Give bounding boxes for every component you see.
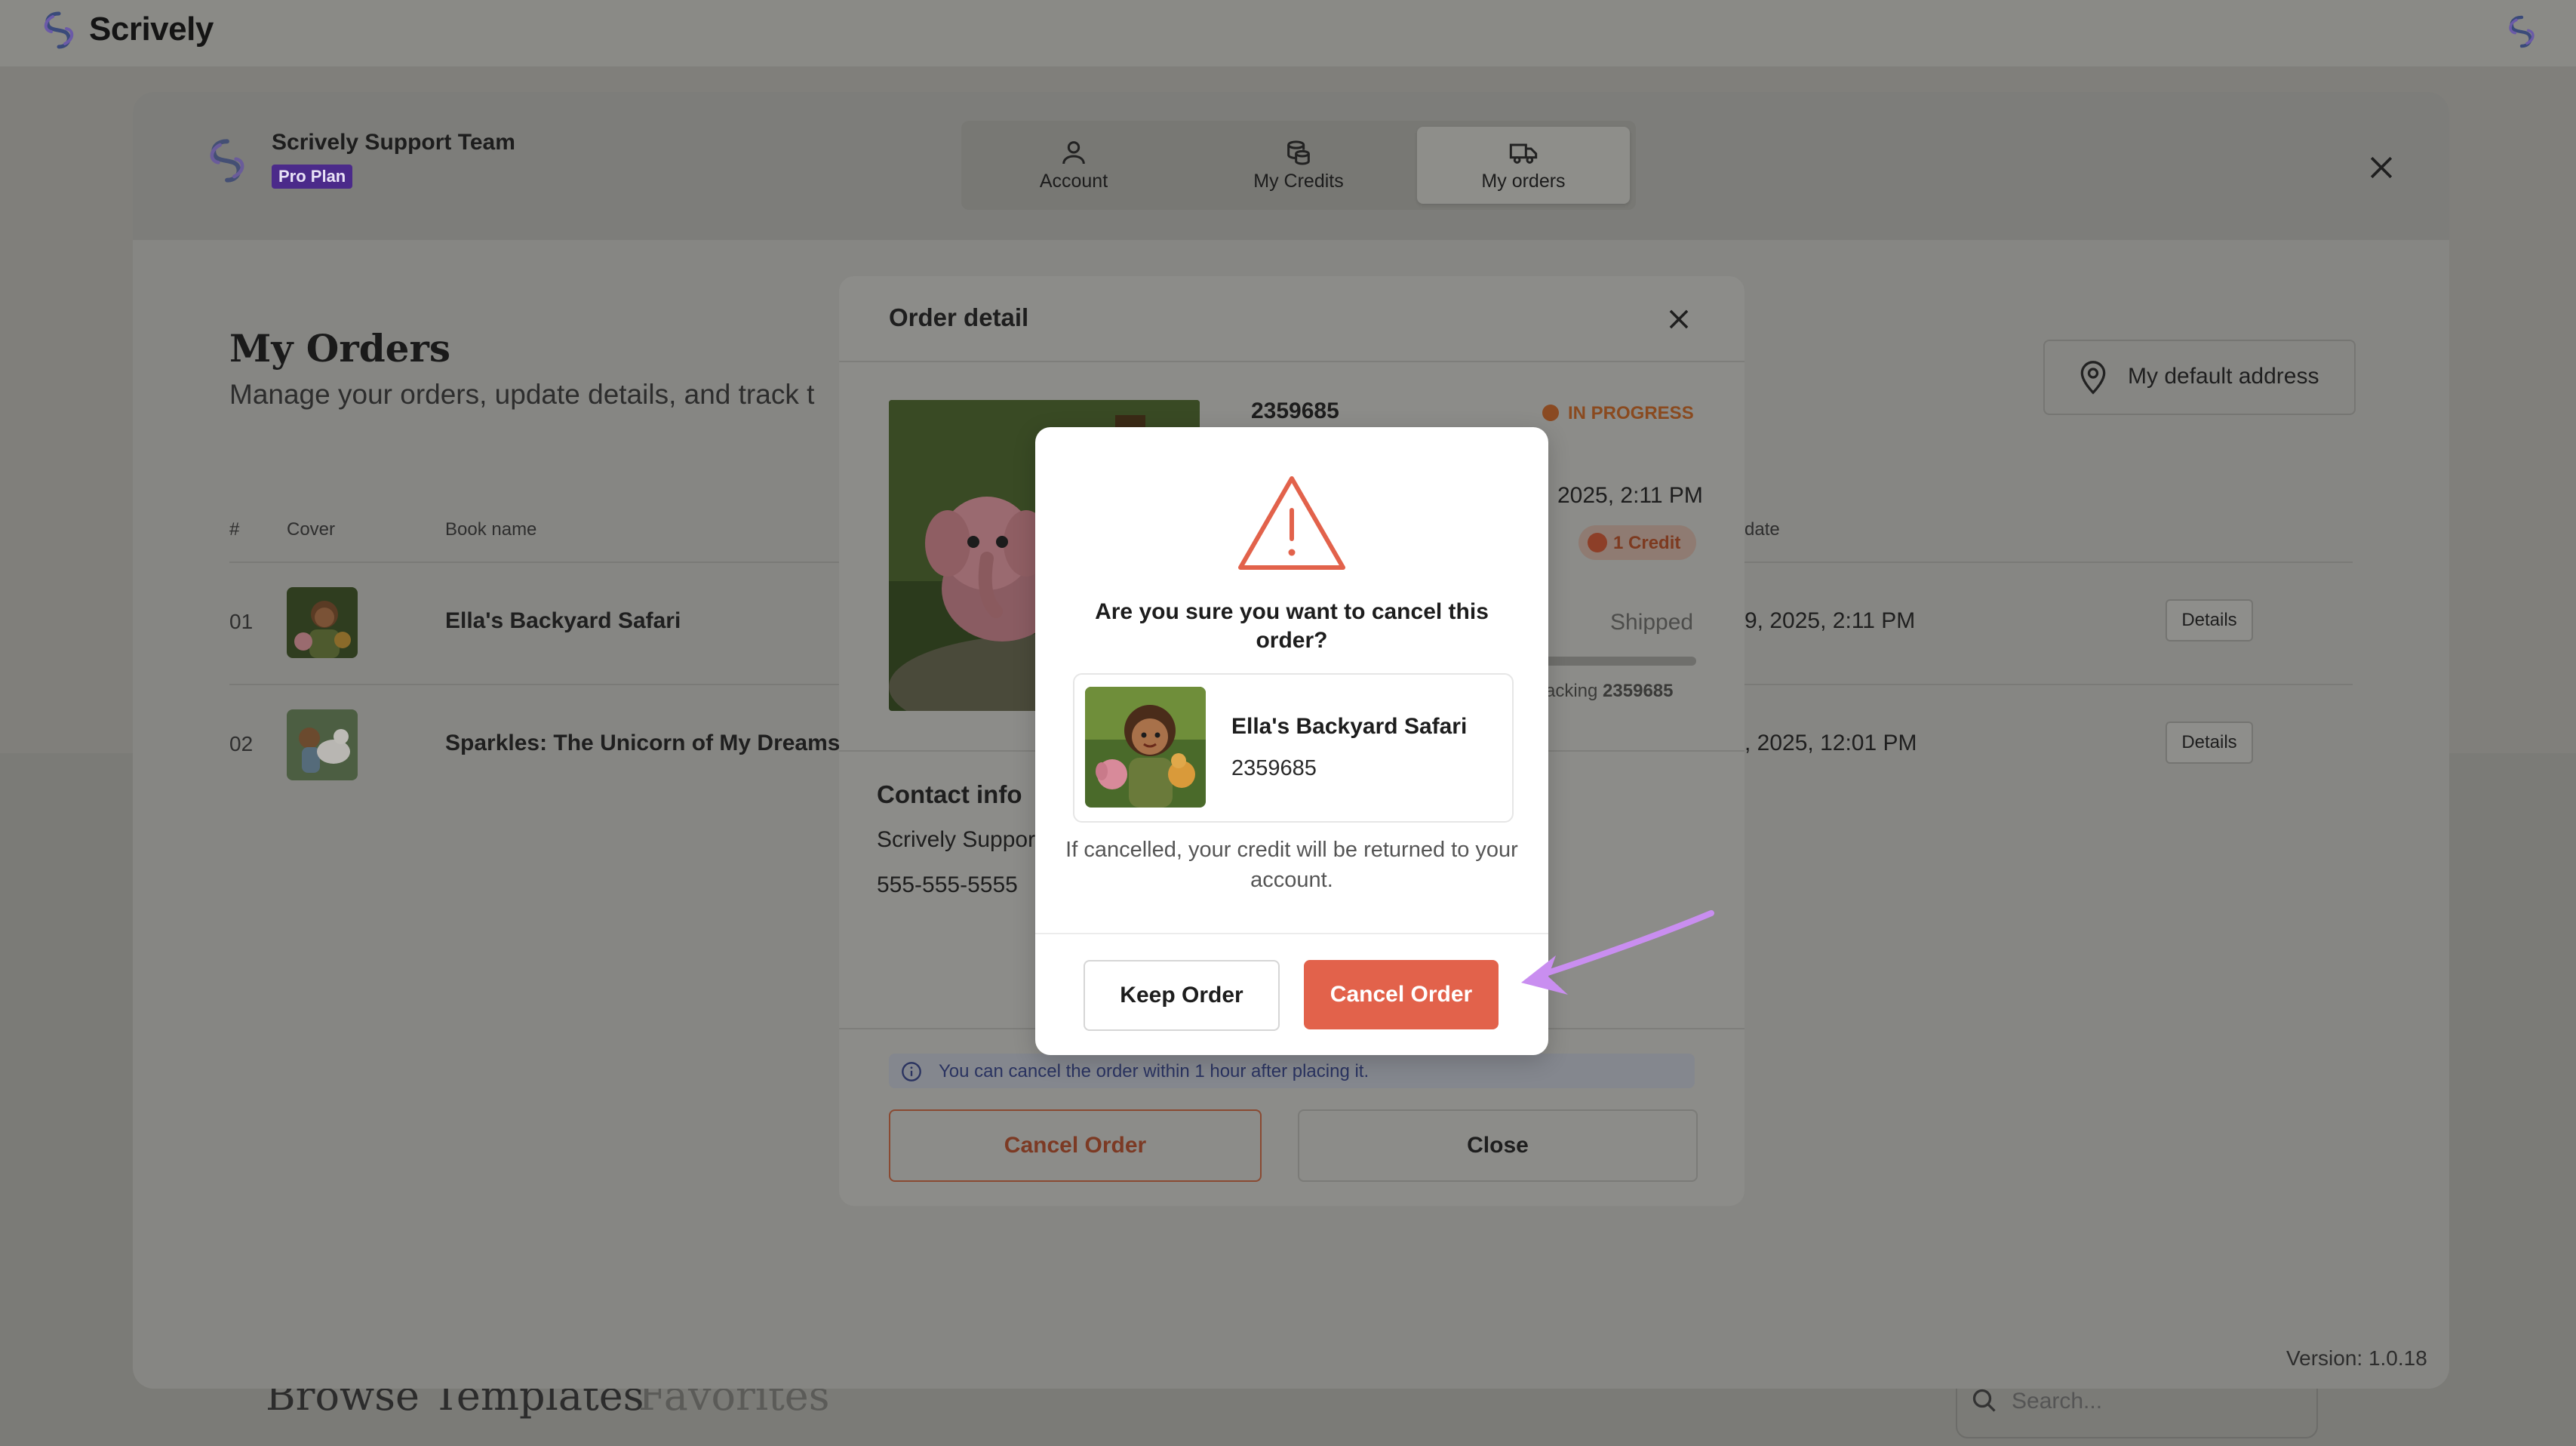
order-date: 9, 2025, 2:11 PM — [1744, 608, 1916, 633]
tab-label: My orders — [1481, 171, 1566, 192]
refund-note: If cancelled, your credit will be return… — [1065, 838, 1518, 892]
plan-badge: Pro Plan — [272, 165, 353, 189]
credit-icon — [1588, 533, 1607, 552]
credit-label: 1 Credit — [1613, 533, 1681, 553]
shipping-status: Shipped — [1610, 610, 1694, 635]
info-icon — [902, 1062, 921, 1081]
tab-label: Account — [1039, 171, 1108, 192]
order-summary-card: Ella's Backyard Safari 2359685 — [1073, 673, 1514, 823]
tab-label: My Credits — [1253, 171, 1344, 192]
status-dot — [1542, 405, 1559, 421]
version-label: Version: 1.0.18 — [2286, 1346, 2427, 1370]
default-address-button[interactable]: My default address — [2043, 340, 2356, 415]
tab-my-orders[interactable]: My orders — [1417, 127, 1630, 204]
close-icon[interactable] — [1665, 305, 1693, 334]
row-number: 01 — [229, 610, 254, 633]
order-id: 2359685 — [1251, 398, 1339, 423]
truck-icon — [1509, 143, 1538, 164]
column-header-number: # — [229, 519, 240, 540]
tracking-info: racking 2359685 — [1539, 681, 1673, 702]
book-name: Ella's Backyard Safari — [1231, 714, 1468, 739]
page-title: My Orders — [229, 326, 450, 371]
row-number: 02 — [229, 732, 254, 755]
warning-icon — [1238, 476, 1345, 570]
cancel-order-button[interactable]: Cancel Order — [889, 1109, 1262, 1182]
contact-info-title: Contact info — [877, 780, 1022, 808]
order-date: 2025, 2:11 PM — [1557, 483, 1703, 508]
credit-badge: 1 Credit — [1578, 525, 1696, 560]
column-header-date: date — [1744, 519, 1780, 540]
close-icon[interactable] — [2365, 151, 2398, 184]
panel-tabs: Account My Credits My orders — [961, 121, 1636, 210]
column-header-cover: Cover — [287, 519, 336, 540]
cancel-policy-text: You can cancel the order within 1 hour a… — [939, 1061, 1369, 1081]
address-button-label: My default address — [2128, 364, 2319, 389]
book-name[interactable]: Sparkles: The Unicorn of My Dreams — [445, 731, 840, 756]
cancel-policy-notice: You can cancel the order within 1 hour a… — [889, 1054, 1695, 1088]
book-cover-image — [287, 709, 358, 780]
coins-icon — [1287, 140, 1310, 165]
order-detail-title: Order detail — [889, 303, 1029, 331]
column-header-book-name: Book name — [445, 519, 537, 540]
confirm-cancel-order-button[interactable]: Cancel Order — [1304, 960, 1499, 1029]
confirm-question: Are you sure you want to cancel this ord… — [1095, 599, 1489, 653]
map-pin-icon — [2080, 361, 2106, 395]
order-id: 2359685 — [1231, 756, 1317, 780]
tab-my-credits[interactable]: My Credits — [1192, 127, 1405, 204]
tracking-id: 2359685 — [1603, 681, 1674, 701]
book-cover-image — [1085, 687, 1206, 808]
details-button[interactable]: Details — [2166, 599, 2253, 641]
cancel-confirm-dialog: Are you sure you want to cancel this ord… — [1035, 427, 1548, 1055]
keep-order-button[interactable]: Keep Order — [1084, 960, 1280, 1031]
team-name: Scrively Support Team — [272, 130, 515, 155]
order-date: , 2025, 12:01 PM — [1744, 731, 1917, 755]
details-button[interactable]: Details — [2166, 721, 2253, 764]
tab-account[interactable]: Account — [967, 127, 1180, 204]
user-menu-icon[interactable] — [2502, 12, 2541, 51]
book-cover-image — [287, 587, 358, 658]
contact-name: Scrively Suppor — [877, 827, 1036, 852]
search-placeholder: Search... — [2012, 1389, 2103, 1414]
team-avatar-icon — [210, 139, 244, 183]
close-button[interactable]: Close — [1298, 1109, 1698, 1182]
scrively-logo-icon[interactable] — [36, 8, 81, 53]
app-name: Scrively — [89, 11, 214, 48]
dialog-divider — [1035, 933, 1548, 934]
annotation-arrow-icon — [1521, 910, 1714, 995]
user-icon — [1062, 141, 1085, 165]
search-icon — [1972, 1389, 1996, 1412]
book-name[interactable]: Ella's Backyard Safari — [445, 608, 681, 634]
contact-phone: 555-555-5555 — [877, 872, 1018, 897]
status-badge: IN PROGRESS — [1568, 403, 1694, 423]
app-bar — [0, 0, 2576, 66]
